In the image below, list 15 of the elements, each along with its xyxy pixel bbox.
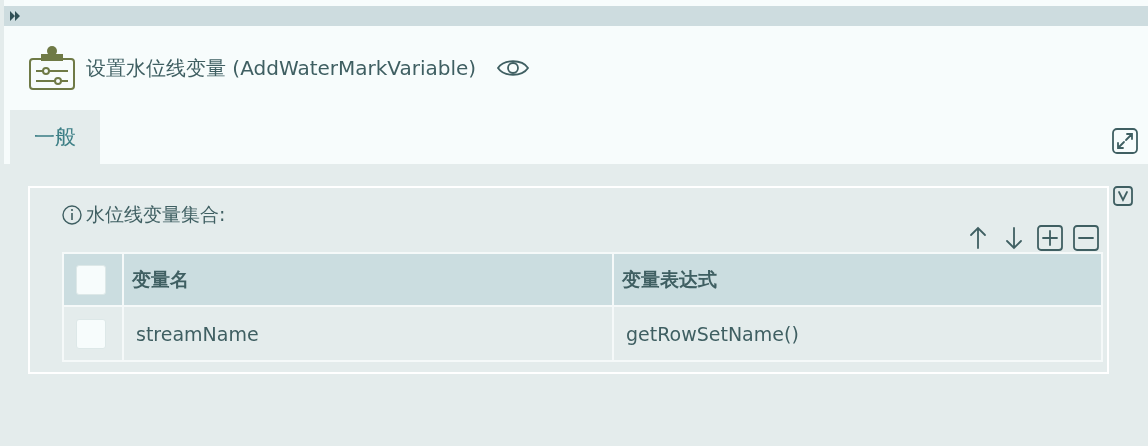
eye-icon[interactable] — [496, 57, 531, 79]
clipboard-sliders-icon — [28, 46, 76, 90]
double-chevron-icon[interactable] — [10, 11, 21, 21]
add-icon[interactable] — [1037, 225, 1063, 251]
tab[interactable]: 一般 — [10, 110, 100, 164]
table-cell: getRowSetName() — [612, 307, 1101, 360]
table-cell: streamName — [122, 307, 612, 360]
window-title: 设置水位线变量 (AddWaterMarkVariable) — [86, 54, 477, 82]
collapse-icon[interactable] — [1113, 186, 1133, 206]
expand-icon[interactable] — [1112, 128, 1138, 154]
remove-icon[interactable] — [1073, 225, 1099, 251]
checkbox[interactable] — [76, 318, 106, 349]
info-icon — [62, 205, 82, 225]
collection-label: 水位线变量集合: — [86, 202, 226, 227]
checkbox[interactable] — [76, 264, 106, 295]
